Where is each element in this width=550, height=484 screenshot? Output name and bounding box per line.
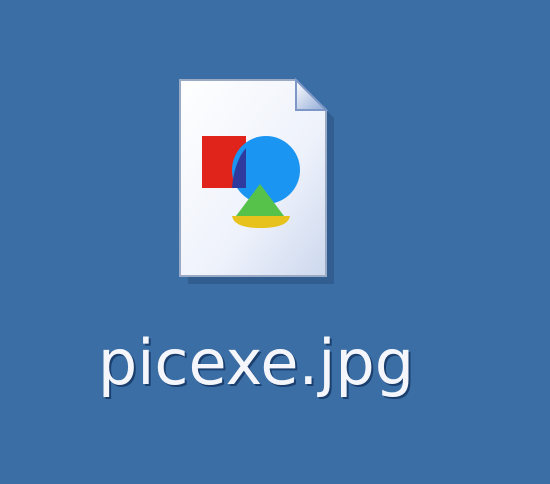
desktop[interactable]: picexe.jpg [0,0,550,484]
jpeg-image-file-icon[interactable] [176,70,346,290]
desktop-icon-picexe-jpg[interactable]: picexe.jpg [86,70,426,420]
desktop-icon-label[interactable]: picexe.jpg [86,332,426,394]
